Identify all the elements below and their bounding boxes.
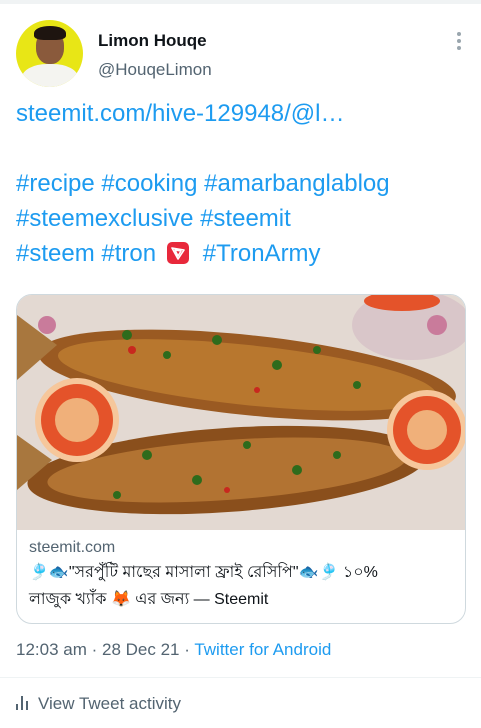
card-title-line-2: লাজুক খ্যাঁক 🦊 এর জন্য — Steemit: [29, 591, 269, 608]
author-name[interactable]: Limon Houqe: [98, 31, 207, 51]
tron-logo-icon: [166, 242, 189, 264]
card-meta: steemit.com 🎐🐟"সরপুঁটি মাছের মাসালা ফ্রা…: [17, 530, 465, 620]
tweet-header: Limon Houqe @HouqeLimon: [16, 20, 466, 90]
hashtag-steem-tron[interactable]: #steem #tron: [16, 240, 156, 267]
view-tweet-activity-label: View Tweet activity: [38, 694, 181, 713]
divider: [0, 677, 481, 678]
avatar[interactable]: [16, 20, 83, 87]
tweet-source[interactable]: Twitter for Android: [194, 640, 331, 659]
tweet-date[interactable]: 28 Dec 21: [102, 640, 180, 659]
tweet-text: steemit.com/hive-129948/@l… #recipe #coo…: [16, 96, 471, 271]
link-preview-card[interactable]: steemit.com 🎐🐟"সরপুঁটি মাছের মাসালা ফ্রা…: [16, 294, 466, 624]
hashtag-tronarmy[interactable]: #TronArmy: [203, 240, 321, 267]
more-options-icon[interactable]: [456, 32, 462, 54]
tweet-time[interactable]: 12:03 am: [16, 640, 87, 659]
tweet-link[interactable]: steemit.com/hive-129948/@l…: [16, 96, 471, 131]
card-title-line-1: 🎐🐟"সরপুঁটি মাছের মাসালা ফ্রাই রেসিপি"🐟🎐 …: [29, 564, 378, 581]
tweet-meta: 12:03 am · 28 Dec 21 · Twitter for Andro…: [16, 640, 332, 659]
hashtags-line-1[interactable]: #recipe #cooking #amarbanglablog: [16, 166, 471, 201]
view-tweet-activity-button[interactable]: View Tweet activity: [16, 694, 181, 714]
card-domain: steemit.com: [29, 539, 116, 556]
author-handle[interactable]: @HouqeLimon: [98, 60, 212, 80]
analytics-icon: [16, 696, 30, 710]
top-divider: [0, 0, 481, 4]
card-image-fried-fish: [17, 295, 465, 530]
hashtags-line-2[interactable]: #steemexclusive #steemit: [16, 201, 471, 236]
hashtags-line-3: #steem #tron #TronArmy: [16, 236, 471, 271]
